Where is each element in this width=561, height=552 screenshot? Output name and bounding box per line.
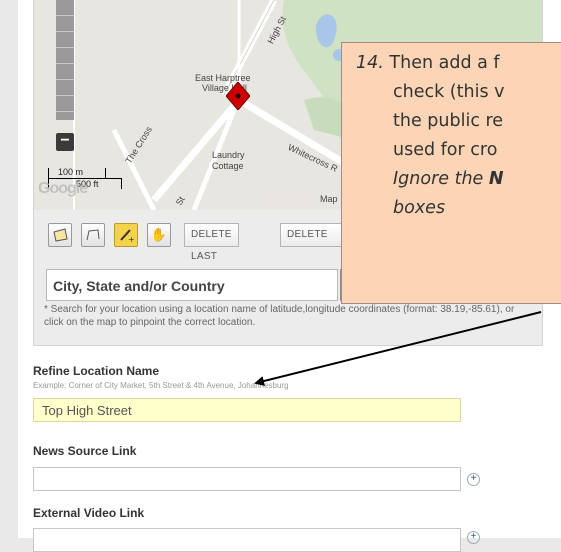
delete-last-button[interactable]: DELETE LAST <box>184 223 239 262</box>
hand-icon: ✋ <box>150 227 168 242</box>
map-label-cottage: Cottage <box>212 161 244 171</box>
tutorial-callout: 14. Then add a f check (this v the publi… <box>341 42 561 304</box>
delete-all-button[interactable]: DELETE <box>280 223 350 247</box>
svg-text:+: + <box>128 235 134 243</box>
map-label-laundry: Laundry <box>212 150 245 160</box>
google-logo: Google <box>38 180 88 197</box>
add-news-source-icon[interactable]: + <box>467 473 480 486</box>
polygon-icon <box>53 228 68 242</box>
refine-location-label: Refine Location Name <box>33 364 160 378</box>
callout-line-5-bold: N <box>488 169 504 189</box>
callout-line-1: Then add a f <box>389 53 500 73</box>
location-hint: * Search for your location using a locat… <box>44 304 515 328</box>
zoom-out-button[interactable]: − <box>56 133 74 151</box>
external-video-input[interactable] <box>33 528 461 552</box>
callout-line-5: Ignore the <box>393 169 489 189</box>
news-source-label: News Source Link <box>33 444 137 458</box>
scale-meters: 100 m <box>58 167 84 177</box>
callout-line-2: check (this v <box>393 82 505 102</box>
draw-polygon-tool[interactable] <box>48 223 72 247</box>
pan-tool[interactable]: ✋ <box>147 223 171 247</box>
callout-line-4: used for cro <box>393 140 498 160</box>
location-marker-icon[interactable] <box>226 82 250 110</box>
refine-location-example: Example: Corner of City Market, 5th Stre… <box>33 381 289 390</box>
pencil-plus-icon: + <box>120 229 134 243</box>
refine-location-input[interactable]: Top High Street <box>33 398 461 422</box>
callout-line-6: boxes <box>393 198 446 218</box>
news-source-input[interactable] <box>33 467 461 491</box>
callout-step-number: 14. <box>356 53 384 73</box>
location-search-input[interactable]: City, State and/or Country <box>46 269 338 301</box>
map-label-map: Map <box>320 194 338 204</box>
draw-point-tool[interactable]: + <box>114 223 138 247</box>
draw-line-tool[interactable] <box>81 223 105 247</box>
zoom-slider[interactable] <box>56 0 74 120</box>
external-video-label: External Video Link <box>33 506 145 520</box>
line-icon <box>86 229 100 241</box>
callout-line-3: the public re <box>393 111 504 131</box>
